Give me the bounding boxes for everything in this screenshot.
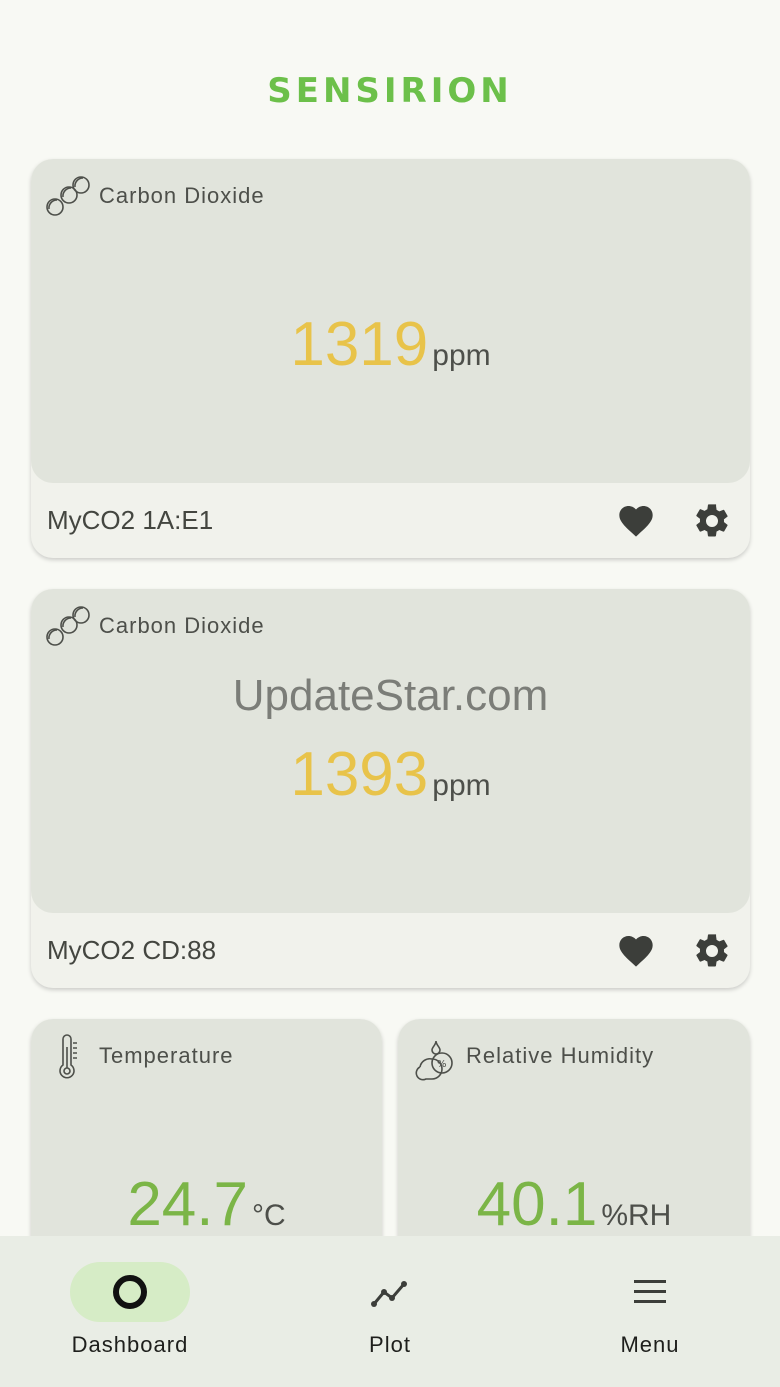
humidity-value: 40.1 [476, 1170, 598, 1239]
co2-value: 1393 [290, 740, 429, 809]
molecule-icon [46, 176, 90, 216]
sensirion-logo: SENSIRION [267, 71, 513, 111]
card-title: Carbon Dioxide [99, 613, 265, 638]
molecule-icon [46, 606, 90, 646]
humidity-reading: 40.1 %RH [398, 1169, 750, 1240]
gear-icon[interactable] [692, 501, 732, 541]
co2-unit: ppm [432, 769, 491, 802]
co2-card-2[interactable]: Carbon Dioxide UpdateStar.com 1393 ppm My… [31, 589, 750, 988]
bottom-navigation: Dashboard Plot Menu [0, 1236, 780, 1387]
nav-label: Menu [620, 1332, 680, 1357]
heart-icon[interactable] [616, 501, 656, 541]
humidity-unit: %RH [601, 1199, 672, 1232]
card-title: Temperature [99, 1043, 234, 1068]
nav-menu[interactable]: Menu [520, 1236, 780, 1387]
humidity-drop-icon: % [415, 1040, 453, 1081]
hamburger-icon [634, 1280, 666, 1303]
temperature-reading: 24.7 °C [31, 1169, 382, 1240]
card-title: Carbon Dioxide [99, 183, 265, 208]
nav-label: Plot [369, 1332, 411, 1357]
nav-dashboard[interactable]: Dashboard [0, 1236, 260, 1387]
svg-text:%: % [437, 1059, 447, 1070]
co2-card-1[interactable]: Carbon Dioxide 1319 ppm MyCO2 1A:E1 [31, 159, 750, 558]
thermometer-icon [59, 1034, 77, 1079]
nav-label: Dashboard [71, 1332, 189, 1357]
ring-icon [113, 1275, 147, 1309]
card-reading-area[interactable]: Carbon Dioxide UpdateStar.com 1393 ppm [31, 589, 750, 913]
co2-value: 1319 [290, 310, 429, 379]
gear-icon[interactable] [692, 931, 732, 971]
card-reading-area[interactable]: Carbon Dioxide 1319 ppm [31, 159, 750, 483]
device-name: MyCO2 1A:E1 [47, 505, 214, 535]
device-name: MyCO2 CD:88 [47, 935, 217, 965]
line-chart-icon [371, 1281, 407, 1307]
co2-reading: 1319 ppm [31, 309, 750, 380]
temperature-value: 24.7 [127, 1170, 248, 1239]
temperature-unit: °C [252, 1199, 286, 1232]
co2-reading: 1393 ppm [31, 739, 750, 810]
watermark-text: UpdateStar.com [232, 671, 549, 720]
card-title: Relative Humidity [466, 1043, 655, 1068]
co2-unit: ppm [432, 339, 491, 372]
heart-icon[interactable] [616, 931, 656, 971]
nav-plot[interactable]: Plot [260, 1236, 520, 1387]
